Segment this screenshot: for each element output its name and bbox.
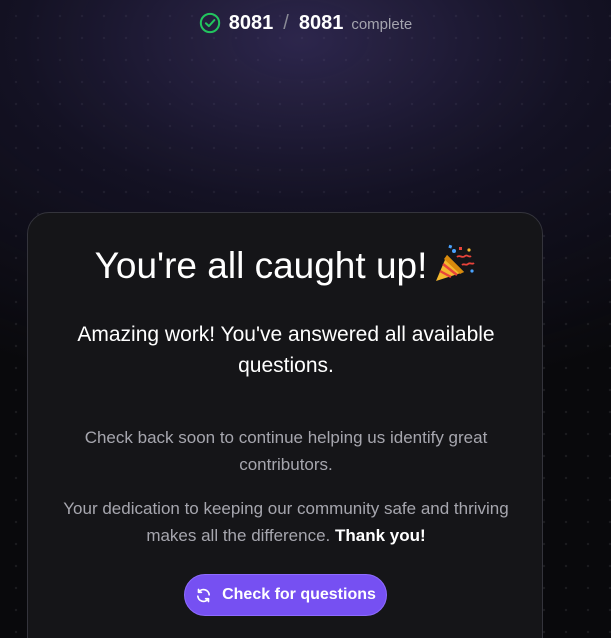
thank-you-text: Thank you! (335, 526, 426, 545)
completed-count: 8081 (228, 11, 274, 34)
check-for-questions-button[interactable]: Check for questions (184, 574, 387, 616)
caught-up-message: Amazing work! You've answered all availa… (77, 323, 495, 377)
caught-up-card: You're all caught up! Amazing work! You'… (27, 212, 543, 638)
thanks-text: Your dedication to keeping our community… (52, 495, 520, 549)
heading-text: You're all caught up! (94, 245, 428, 286)
check-back-text: Check back soon to continue helping us i… (84, 428, 488, 474)
total-count: 8081 (298, 11, 344, 34)
check-circle-icon (199, 12, 221, 34)
check-for-questions-label: Check for questions (222, 586, 376, 603)
progress-separator: / (283, 11, 289, 34)
progress-status: complete (351, 15, 413, 33)
caught-up-heading: You're all caught up! (28, 243, 542, 289)
dedication-text: Your dedication to keeping our community… (63, 499, 509, 545)
refresh-icon (195, 587, 212, 604)
progress-indicator: 8081 / 8081 complete (0, 8, 611, 38)
party-popper-icon (433, 244, 476, 284)
